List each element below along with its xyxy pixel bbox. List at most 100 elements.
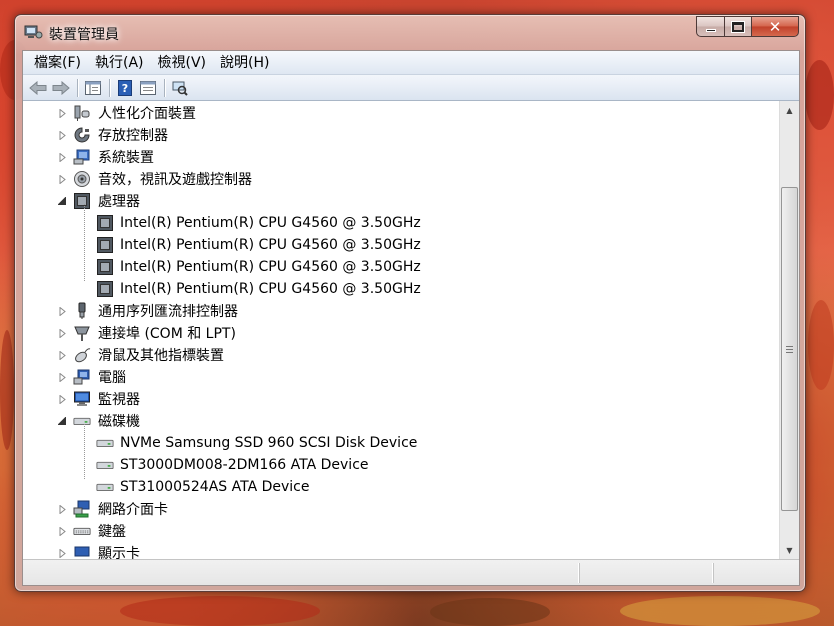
tree-leaf-cpu-1[interactable]: Intel(R) Pentium(R) CPU G4560 @ 3.50GHz <box>23 212 779 234</box>
menu-help[interactable]: 說明(H) <box>213 52 276 74</box>
scrollbar-thumb[interactable] <box>781 187 798 511</box>
expand-arrow-icon[interactable] <box>57 174 67 184</box>
status-bar <box>23 559 799 585</box>
scroll-down-button[interactable]: ▼ <box>780 541 799 559</box>
processor-icon <box>96 280 114 298</box>
expand-arrow-icon[interactable] <box>57 152 67 162</box>
maximize-button[interactable] <box>724 16 751 37</box>
scrollbar-grip-icon <box>786 345 793 353</box>
expand-arrow-icon[interactable] <box>57 548 67 558</box>
tree-node-label: 系統裝置 <box>98 150 154 166</box>
menu-view[interactable]: 檢視(V) <box>151 52 214 74</box>
menu-file[interactable]: 檔案(F) <box>27 52 88 74</box>
vertical-scrollbar[interactable]: ▲ ▼ <box>779 101 799 559</box>
tree-node-processors[interactable]: 處理器 <box>23 190 779 212</box>
title-bar[interactable]: 裝置管理員 ✕ <box>15 15 805 49</box>
tree-node-mice-pointing-devices[interactable]: 滑鼠及其他指標裝置 <box>23 344 779 366</box>
tree-guide-line <box>84 424 85 479</box>
tree-leaf-label: Intel(R) Pentium(R) CPU G4560 @ 3.50GHz <box>120 237 421 253</box>
tree-leaf-cpu-4[interactable]: Intel(R) Pentium(R) CPU G4560 @ 3.50GHz <box>23 278 779 300</box>
expand-arrow-icon[interactable] <box>57 328 67 338</box>
tree-node-label: 連接埠 (COM 和 LPT) <box>98 326 236 342</box>
hid-icon <box>73 104 91 122</box>
scroll-up-arrow-icon: ▲ <box>786 105 793 115</box>
tree-node-monitors[interactable]: 監視器 <box>23 388 779 410</box>
expand-arrow-icon[interactable] <box>57 130 67 140</box>
storage-controller-icon <box>73 126 91 144</box>
properties-button[interactable] <box>137 78 159 98</box>
tree-node-label: 處理器 <box>98 194 140 210</box>
expand-arrow-icon[interactable] <box>57 306 67 316</box>
tree-node-ports-com-lpt[interactable]: 連接埠 (COM 和 LPT) <box>23 322 779 344</box>
tree-node-network-adapters[interactable]: 網路介面卡 <box>23 498 779 520</box>
properties-icon <box>140 80 156 95</box>
menu-bar: 檔案(F) 執行(A) 檢視(V) 說明(H) <box>23 51 799 75</box>
tree-leaf-cpu-2[interactable]: Intel(R) Pentium(R) CPU G4560 @ 3.50GHz <box>23 234 779 256</box>
svg-text:?: ? <box>122 82 128 95</box>
display-adapter-icon <box>73 544 91 559</box>
scan-hardware-button[interactable] <box>169 78 191 98</box>
help-button[interactable]: ? <box>114 78 136 98</box>
window-client-area: 檔案(F) 執行(A) 檢視(V) 說明(H) ? 人性化介面裝置 存放控制器 … <box>22 50 800 586</box>
toolbar-separator <box>164 78 165 97</box>
tree-node-system-devices[interactable]: 系統裝置 <box>23 146 779 168</box>
toolbar-separator <box>77 78 78 97</box>
tree-leaf-label: Intel(R) Pentium(R) CPU G4560 @ 3.50GHz <box>120 259 421 275</box>
expand-arrow-icon[interactable] <box>57 394 67 404</box>
expand-arrow-icon[interactable] <box>57 108 67 118</box>
port-icon <box>73 324 91 342</box>
close-button[interactable]: ✕ <box>751 16 799 37</box>
tree-guide-line <box>84 204 85 281</box>
tree-node-usb-controllers[interactable]: 通用序列匯流排控制器 <box>23 300 779 322</box>
caption-buttons: ✕ <box>696 16 799 37</box>
tree-leaf-disk-1[interactable]: NVMe Samsung SSD 960 SCSI Disk Device <box>23 432 779 454</box>
tree-node-label: 鍵盤 <box>98 524 126 540</box>
expand-arrow-icon[interactable] <box>57 350 67 360</box>
scroll-down-arrow-icon: ▼ <box>786 545 793 555</box>
keyboard-icon <box>73 522 91 540</box>
tree-node-hid[interactable]: 人性化介面裝置 <box>23 102 779 124</box>
close-icon: ✕ <box>768 17 782 36</box>
toolbar: ? <box>23 75 799 101</box>
minimize-button[interactable] <box>696 16 724 37</box>
tree-node-label: 人性化介面裝置 <box>98 106 196 122</box>
tree-node-storage-controllers[interactable]: 存放控制器 <box>23 124 779 146</box>
minimize-icon <box>705 29 716 32</box>
tree-node-keyboards[interactable]: 鍵盤 <box>23 520 779 542</box>
tree-node-label: 滑鼠及其他指標裝置 <box>98 348 224 364</box>
menu-action[interactable]: 執行(A) <box>88 52 151 74</box>
tree-node-label: 音效，視訊及遊戲控制器 <box>98 172 252 188</box>
expand-arrow-icon[interactable] <box>57 372 67 382</box>
tree-leaf-cpu-3[interactable]: Intel(R) Pentium(R) CPU G4560 @ 3.50GHz <box>23 256 779 278</box>
tree-node-label: 監視器 <box>98 392 140 408</box>
tree-node-computer[interactable]: 電腦 <box>23 366 779 388</box>
forward-button[interactable] <box>50 78 72 98</box>
maximize-icon <box>732 21 744 32</box>
tree-leaf-disk-2[interactable]: ST3000DM008-2DM166 ATA Device <box>23 454 779 476</box>
tree-leaf-label: Intel(R) Pentium(R) CPU G4560 @ 3.50GHz <box>120 215 421 231</box>
processor-icon <box>73 192 91 210</box>
tree-leaf-label: NVMe Samsung SSD 960 SCSI Disk Device <box>120 435 418 451</box>
tree-node-sound-video-game-controllers[interactable]: 音效，視訊及遊戲控制器 <box>23 168 779 190</box>
scroll-up-button[interactable]: ▲ <box>780 101 799 119</box>
tree-leaf-label: ST3000DM008-2DM166 ATA Device <box>120 457 369 473</box>
tree-leaf-label: Intel(R) Pentium(R) CPU G4560 @ 3.50GHz <box>120 281 421 297</box>
collapse-arrow-icon[interactable] <box>57 416 67 426</box>
disk-drive-icon <box>96 434 114 452</box>
tree-node-disk-drives[interactable]: 磁碟機 <box>23 410 779 432</box>
help-icon: ? <box>118 79 132 96</box>
expand-arrow-icon[interactable] <box>57 526 67 536</box>
scan-hardware-icon <box>172 81 188 96</box>
collapse-arrow-icon[interactable] <box>57 196 67 206</box>
tree-node-display-adapters[interactable]: 顯示卡 <box>23 542 779 559</box>
expand-arrow-icon[interactable] <box>57 504 67 514</box>
disk-drive-icon <box>96 478 114 496</box>
tree-leaf-disk-3[interactable]: ST31000524AS ATA Device <box>23 476 779 498</box>
sound-video-icon <box>73 170 91 188</box>
tree-node-label: 通用序列匯流排控制器 <box>98 304 238 320</box>
tree-node-label: 電腦 <box>98 370 126 386</box>
back-button[interactable] <box>27 78 49 98</box>
show-hide-console-tree-button[interactable] <box>82 78 104 98</box>
processor-icon <box>96 258 114 276</box>
processor-icon <box>96 236 114 254</box>
